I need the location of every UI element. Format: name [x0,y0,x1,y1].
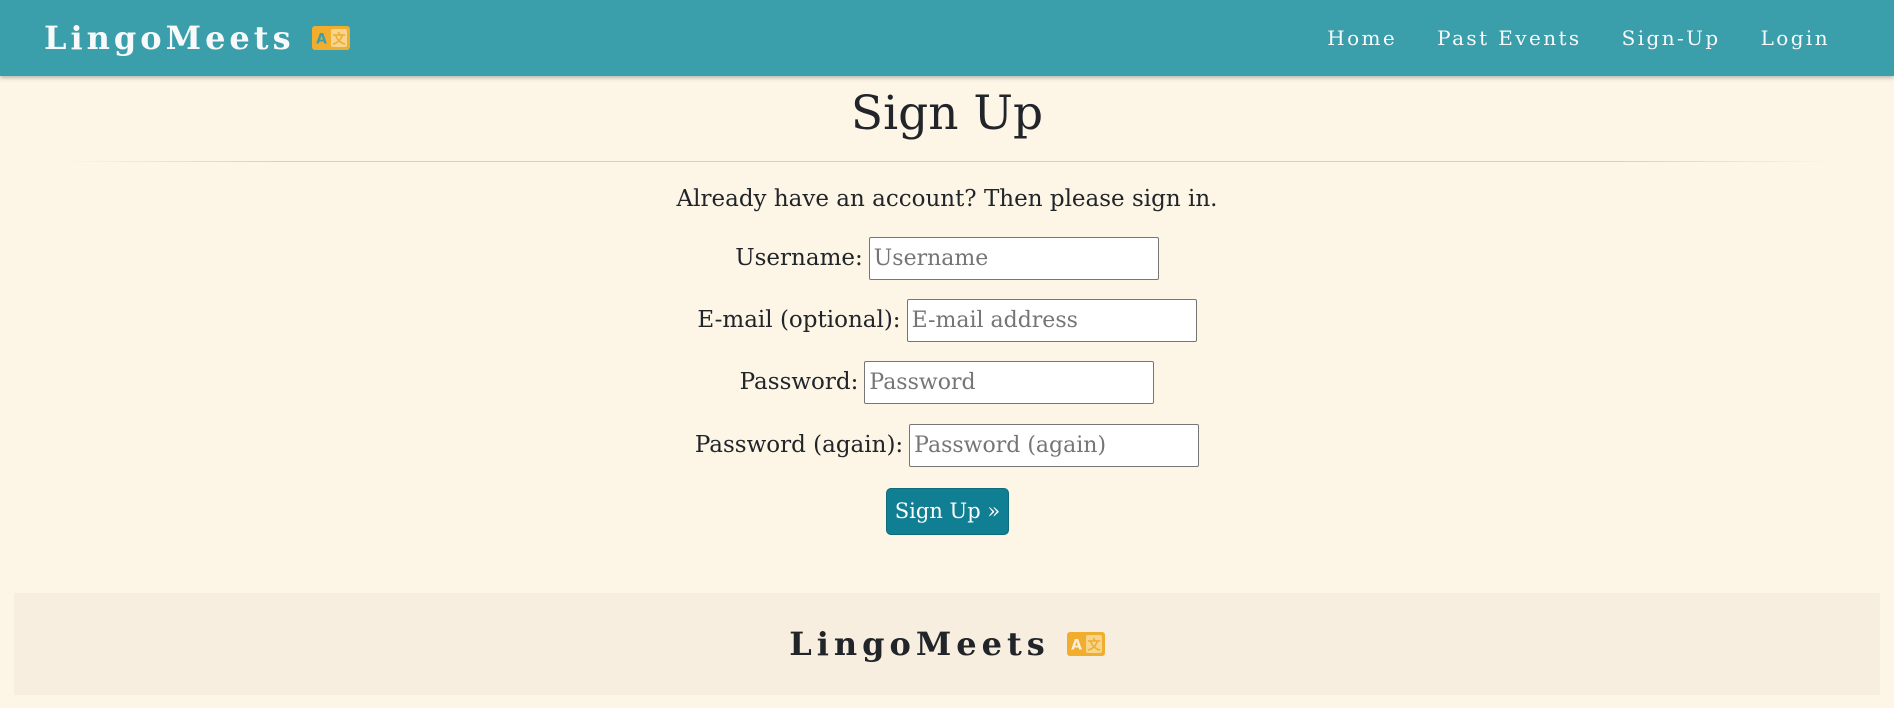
nav-link-past-events[interactable]: Past Events [1437,26,1581,50]
language-icon: A 文 [1066,632,1105,656]
nav-links: Home Past Events Sign-Up Login [1287,26,1850,50]
sign-up-button[interactable]: Sign Up » [886,488,1009,535]
password-again-row: Password (again): [0,423,1894,467]
title-divider [62,161,1832,162]
language-icon: A 文 [311,26,350,50]
nav-link-sign-up[interactable]: Sign-Up [1622,26,1721,50]
footer-brand: LingoMeets [789,625,1050,663]
page-title: Sign Up [850,86,1044,141]
footer: LingoMeets A 文 [14,593,1880,695]
password-label: Password: [739,369,859,395]
nav-link-login[interactable]: Login [1761,26,1830,50]
username-label: Username: [735,245,863,271]
email-input[interactable] [906,298,1197,342]
signin-prompt: Already have an account? Then please sig… [676,186,1218,212]
password-input[interactable] [864,360,1155,404]
password-again-input[interactable] [909,423,1200,467]
username-row: Username: [0,236,1894,280]
brand-name: LingoMeets [44,19,295,57]
email-row: E-mail (optional): [0,298,1894,342]
password-again-label: Password (again): [694,432,904,458]
svg-text:A: A [316,32,327,48]
navbar: LingoMeets A 文 Home Past Events Sign-Up … [0,0,1894,76]
svg-text:文: 文 [1087,638,1101,654]
nav-link-home[interactable]: Home [1327,26,1397,50]
email-label: E-mail (optional): [697,307,901,333]
svg-text:A: A [1071,638,1082,654]
username-input[interactable] [868,236,1159,280]
password-row: Password: [0,360,1894,404]
brand-link[interactable]: LingoMeets A 文 [44,19,350,57]
svg-text:文: 文 [332,32,346,48]
